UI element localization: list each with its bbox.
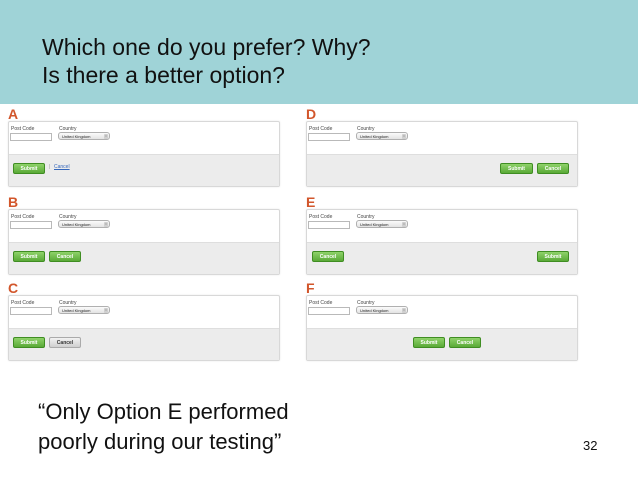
quote-line-1: “Only Option E performed — [38, 399, 289, 424]
button-bar: Submit Cancel — [307, 154, 577, 186]
country-value: United Kingdom — [62, 308, 91, 313]
form-panel: Post Code Country United Kingdom ↕ Cance… — [306, 209, 578, 275]
cancel-link[interactable]: Cancel — [54, 164, 70, 170]
variant-letter: D — [306, 106, 317, 122]
variant-f: F Post Code Country United Kingdom ↕ Sub… — [306, 280, 578, 361]
select-arrow-icon: ↕ — [104, 134, 108, 139]
country-select[interactable]: United Kingdom ↕ — [356, 220, 408, 228]
postcode-input[interactable] — [10, 221, 52, 229]
variant-letter: F — [306, 280, 315, 296]
submit-button[interactable]: Submit — [13, 251, 45, 262]
cancel-button[interactable]: Cancel — [449, 337, 481, 348]
select-arrow-icon: ↕ — [402, 134, 406, 139]
cancel-button[interactable]: Cancel — [537, 163, 569, 174]
slide-number: 32 — [583, 438, 598, 453]
postcode-label: Post Code — [309, 300, 333, 306]
country-select[interactable]: United Kingdom ↕ — [356, 132, 408, 140]
cancel-button[interactable]: Cancel — [312, 251, 344, 262]
country-value: United Kingdom — [360, 308, 389, 313]
slide-title-line-1: Which one do you prefer? Why? — [42, 34, 371, 60]
button-bar: Cancel Submit — [307, 242, 577, 274]
quote-line-2: poorly during our testing” — [38, 429, 282, 454]
postcode-label: Post Code — [11, 214, 35, 220]
postcode-label: Post Code — [309, 214, 333, 220]
submit-button[interactable]: Submit — [13, 337, 45, 348]
cancel-button[interactable]: Cancel — [49, 337, 81, 348]
postcode-label: Post Code — [11, 126, 35, 132]
select-arrow-icon: ↕ — [104, 308, 108, 313]
country-select[interactable]: United Kingdom ↕ — [58, 306, 110, 314]
button-bar: Submit Cancel — [9, 242, 279, 274]
button-bar: Submit Cancel — [9, 328, 279, 360]
postcode-label: Post Code — [11, 300, 35, 306]
cancel-button[interactable]: Cancel — [49, 251, 81, 262]
select-arrow-icon: ↕ — [402, 222, 406, 227]
postcode-input[interactable] — [10, 133, 52, 141]
form-panel: Post Code Country United Kingdom ↕ Submi… — [8, 209, 280, 275]
variant-letter: E — [306, 194, 316, 210]
form-panel: Post Code Country United Kingdom ↕ Submi… — [8, 295, 280, 361]
form-panel: Post Code Country United Kingdom ↕ Submi… — [8, 121, 280, 187]
variant-b: B Post Code Country United Kingdom ↕ Sub… — [8, 194, 280, 275]
testing-quote: “Only Option E performed poorly during o… — [38, 397, 289, 457]
variant-letter: C — [8, 280, 19, 296]
button-bar: Submit | Cancel — [9, 154, 279, 186]
submit-button[interactable]: Submit — [13, 163, 45, 174]
country-select[interactable]: United Kingdom ↕ — [58, 132, 110, 140]
postcode-input[interactable] — [308, 221, 350, 229]
country-select[interactable]: United Kingdom ↕ — [356, 306, 408, 314]
variant-a: A Post Code Country United Kingdom ↕ Sub… — [8, 106, 280, 187]
country-select[interactable]: United Kingdom ↕ — [58, 220, 110, 228]
postcode-input[interactable] — [308, 307, 350, 315]
submit-button[interactable]: Submit — [537, 251, 569, 262]
variant-letter: B — [8, 194, 19, 210]
form-panel: Post Code Country United Kingdom ↕ Submi… — [306, 121, 578, 187]
country-value: United Kingdom — [62, 134, 91, 139]
variant-c: C Post Code Country United Kingdom ↕ Sub… — [8, 280, 280, 361]
variant-d: D Post Code Country United Kingdom ↕ Sub… — [306, 106, 578, 187]
postcode-input[interactable] — [10, 307, 52, 315]
form-panel: Post Code Country United Kingdom ↕ Submi… — [306, 295, 578, 361]
country-value: United Kingdom — [360, 134, 389, 139]
variant-letter: A — [8, 106, 19, 122]
country-value: United Kingdom — [360, 222, 389, 227]
submit-button[interactable]: Submit — [500, 163, 533, 174]
slide-title: Which one do you prefer? Why? Is there a… — [42, 33, 371, 89]
slide-title-line-2: Is there a better option? — [42, 62, 285, 88]
link-separator: | — [49, 164, 51, 170]
variant-e: E Post Code Country United Kingdom ↕ Can… — [306, 194, 578, 275]
submit-button[interactable]: Submit — [413, 337, 445, 348]
postcode-label: Post Code — [309, 126, 333, 132]
country-value: United Kingdom — [62, 222, 91, 227]
select-arrow-icon: ↕ — [104, 222, 108, 227]
button-bar: Submit Cancel — [307, 328, 577, 360]
select-arrow-icon: ↕ — [402, 308, 406, 313]
postcode-input[interactable] — [308, 133, 350, 141]
